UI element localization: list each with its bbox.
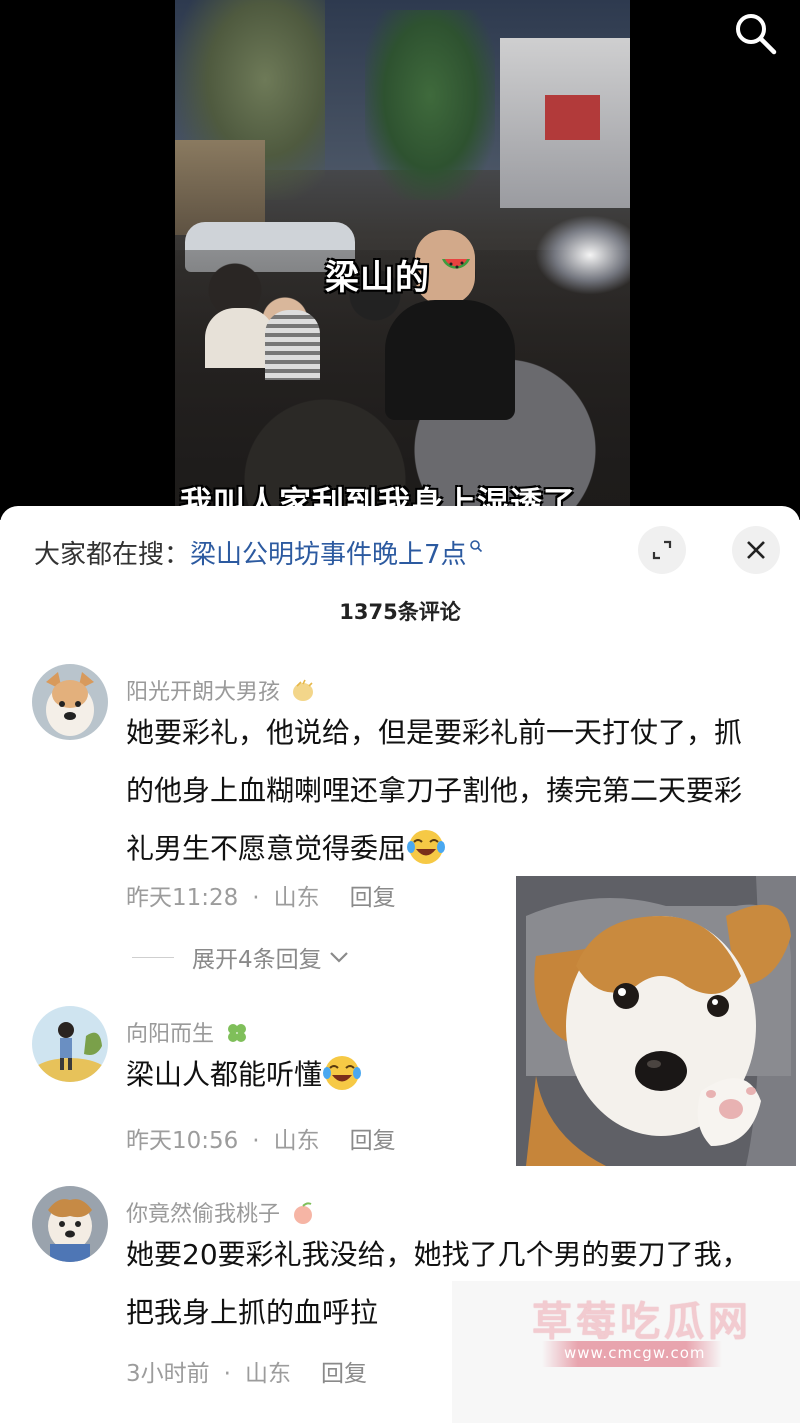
site-watermark: 草莓吃瓜网 www.cmcgw.com (452, 1281, 800, 1423)
comment-location: 山东 (244, 1361, 291, 1387)
comment-count: 1375条评论 (339, 600, 461, 624)
comment-sheet: 大家都在搜：梁山公明坊事件晚上7点 1375条评论 阳光开朗大男孩 她要彩礼，他… (0, 506, 800, 1423)
comment-username[interactable]: 你竟然偷我桃子 (126, 1196, 317, 1228)
close-sheet-button[interactable] (732, 526, 780, 574)
comment-text: 她要彩礼，他说给，但是要彩礼前一天打仗了，抓的他身上血糊喇哩还拿刀子割他，揍完第… (126, 716, 743, 865)
laughing-crying-emoji-icon (407, 830, 446, 864)
comment-username[interactable]: 阳光开朗大男孩 (126, 674, 317, 706)
avatar[interactable] (32, 1186, 108, 1262)
watermelon-icon (442, 259, 470, 269)
watermark-title: 草莓吃瓜网 (532, 1299, 752, 1345)
reply-button[interactable]: 回复 (350, 1128, 396, 1154)
puppy-avatar-icon (32, 1186, 108, 1262)
video-player[interactable]: 梁山的 我叫人家刮到我身上湿透了 (0, 0, 800, 520)
close-icon (747, 541, 765, 559)
avatar[interactable] (32, 664, 108, 740)
reply-button[interactable]: 回复 (350, 885, 396, 911)
watermark-url: www.cmcgw.com (564, 1344, 706, 1362)
search-icon (469, 540, 482, 553)
chevron-down-icon (329, 952, 348, 963)
search-hint-label: 大家都在搜： (34, 540, 191, 570)
comment-location: 山东 (273, 885, 320, 911)
suggested-search-bar: 大家都在搜：梁山公明坊事件晚上7点 (34, 534, 483, 571)
comment-meta: 3小时前 · 山东 回复 (126, 1361, 367, 1387)
search-icon (736, 14, 777, 55)
comment-time: 昨天10:56 (126, 1128, 239, 1154)
comment-username[interactable]: 向阳而生 (126, 1016, 251, 1048)
comment-meta: 昨天11:28 · 山东 回复 (126, 885, 396, 911)
expand-icon (652, 540, 672, 560)
girl-avatar-icon (32, 1006, 108, 1082)
dog-avatar-icon (32, 664, 108, 740)
comment-location: 山东 (273, 1128, 320, 1154)
clap-emoji-icon (293, 679, 314, 701)
divider (132, 956, 174, 958)
expand-sheet-button[interactable] (638, 526, 686, 574)
puppy-image (516, 876, 796, 1166)
suggested-search-link[interactable]: 梁山公明坊事件晚上7点 (190, 540, 467, 570)
comment-meta: 昨天10:56 · 山东 回复 (126, 1128, 396, 1154)
comment-time: 昨天11:28 (126, 885, 239, 911)
clover-emoji-icon (228, 1024, 247, 1042)
reply-button[interactable]: 回复 (321, 1361, 367, 1387)
video-tag-text: 梁山的 (325, 258, 430, 298)
expand-replies-button[interactable]: 展开4条回复 (132, 940, 350, 974)
laughing-crying-emoji-icon (323, 1056, 362, 1090)
comment-time: 3小时前 (126, 1361, 210, 1387)
avatar[interactable] (32, 1006, 108, 1082)
search-button[interactable] (730, 8, 780, 58)
peach-emoji-icon (294, 1202, 313, 1224)
comment-text: 梁山人都能听懂 (126, 1046, 506, 1104)
dog-sticker-image[interactable] (516, 876, 796, 1166)
